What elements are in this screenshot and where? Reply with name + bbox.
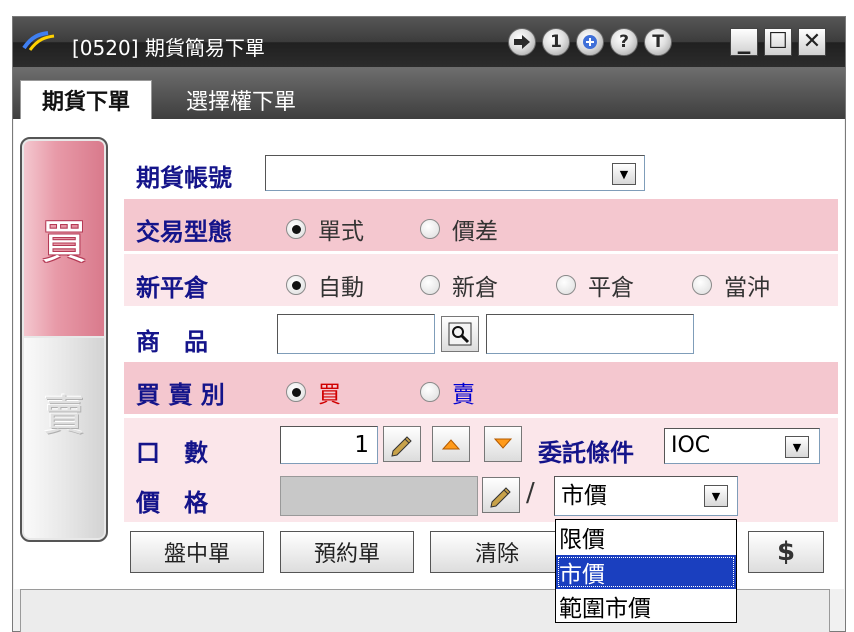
product-label: 商 品 (136, 328, 208, 356)
pencil-icon[interactable] (383, 426, 421, 462)
trade-type-single-radio[interactable]: 單式 (286, 212, 364, 246)
buy-side-button[interactable]: 買 (24, 141, 104, 336)
trade-type-spread-radio[interactable]: 價差 (420, 212, 498, 246)
open-close-label: 新平倉 (136, 274, 208, 302)
condition-dropdown-icon[interactable]: ▼ (785, 436, 809, 458)
open-close-new-radio[interactable]: 新倉 (420, 268, 498, 302)
settings-icon[interactable] (576, 28, 604, 56)
radio-unchecked-icon (420, 275, 440, 295)
increase-arrow-icon[interactable] (432, 426, 470, 462)
price-label: 價 格 (136, 489, 208, 517)
reserve-order-button[interactable]: 預約單 (280, 531, 414, 573)
clear-button[interactable]: 清除 (430, 531, 564, 573)
search-icon[interactable] (441, 316, 479, 352)
bs-buy-radio[interactable]: 買 (286, 375, 341, 409)
decrease-arrow-icon[interactable] (484, 426, 522, 462)
price-option-range-market[interactable]: 範圍市價 (556, 589, 736, 623)
open-close-auto-radio[interactable]: 自動 (286, 268, 364, 302)
open-close-daytrade-radio[interactable]: 當沖 (692, 268, 770, 302)
radio-checked-icon (286, 275, 306, 295)
radio-unchecked-icon (556, 275, 576, 295)
help-icon[interactable]: ? (610, 28, 638, 56)
qty-label: 口 數 (136, 439, 208, 467)
product-code-input[interactable] (277, 314, 435, 354)
open-close-close-radio[interactable]: 平倉 (556, 268, 634, 302)
forward-icon[interactable] (508, 28, 536, 56)
tab-options-order[interactable]: 選擇權下單 (160, 80, 360, 119)
radio-checked-icon (286, 219, 306, 239)
product-row (124, 308, 838, 360)
app-logo-icon (22, 30, 56, 52)
account-select[interactable] (265, 155, 645, 191)
product-name-field (486, 314, 694, 354)
qty-input[interactable]: 1 (280, 426, 378, 464)
bs-sell-radio[interactable]: 賣 (420, 375, 475, 409)
maximize-button[interactable]: ☐ (764, 28, 792, 56)
radio-unchecked-icon (420, 382, 440, 402)
account-dropdown-icon[interactable]: ▼ (612, 163, 636, 185)
radio-unchecked-icon (420, 219, 440, 239)
price-type-dropdown-icon[interactable]: ▼ (704, 485, 728, 507)
radio-unchecked-icon (692, 275, 712, 295)
intraday-order-button[interactable]: 盤中單 (130, 531, 264, 573)
trade-type-label: 交易型態 (136, 218, 232, 246)
minimize-button[interactable]: ▁ (730, 28, 758, 56)
radio-checked-icon (286, 382, 306, 402)
condition-label: 委託條件 (538, 439, 634, 467)
one-icon[interactable]: 1 (542, 28, 570, 56)
pencil-icon[interactable] (482, 477, 520, 513)
price-option-market[interactable]: 市價 (556, 555, 736, 589)
dollar-button[interactable]: $ (748, 531, 824, 573)
price-option-limit[interactable]: 限價 (556, 520, 736, 554)
account-label: 期貨帳號 (136, 164, 232, 192)
price-input[interactable] (280, 476, 478, 516)
bs-label: 買 賣 別 (136, 381, 225, 409)
bs-row (124, 362, 838, 414)
t-icon[interactable]: T (644, 28, 672, 56)
window-title: [0520] 期貨簡易下單 (72, 36, 265, 60)
price-slash: / (526, 478, 535, 508)
sell-side-button[interactable]: 賣 (24, 338, 104, 538)
price-type-dropdown-list: 限價 市價 範圍市價 (555, 519, 737, 623)
tab-futures-order[interactable]: 期貨下單 (20, 80, 152, 119)
close-button[interactable]: ✕ (798, 28, 826, 56)
